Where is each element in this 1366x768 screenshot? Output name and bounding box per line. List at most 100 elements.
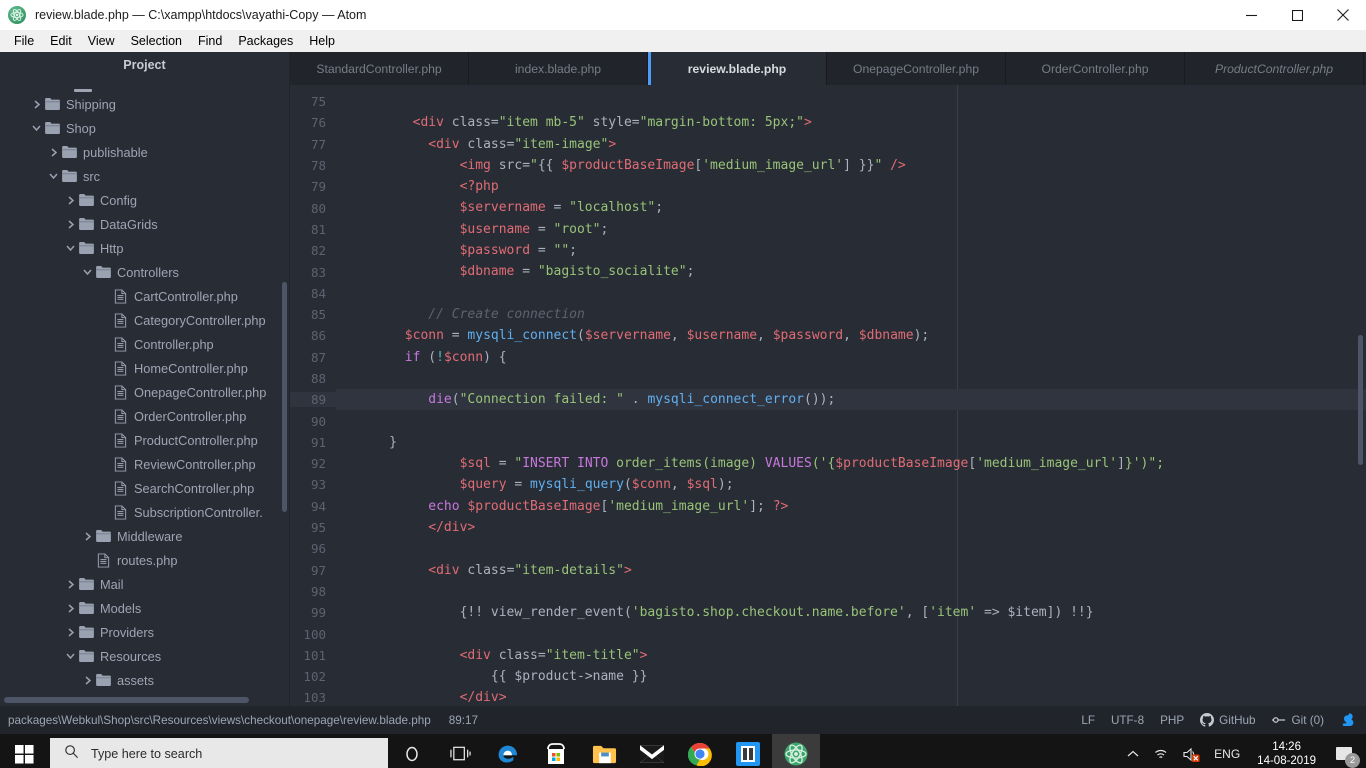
code-line[interactable]: 95 </div> bbox=[290, 517, 1366, 538]
task-view-icon[interactable] bbox=[436, 734, 484, 768]
menu-item-file[interactable]: File bbox=[6, 32, 42, 50]
tree-file-row[interactable]: OrderController.php bbox=[0, 404, 289, 428]
menu-item-selection[interactable]: Selection bbox=[123, 32, 190, 50]
menu-item-view[interactable]: View bbox=[80, 32, 123, 50]
atom-icon[interactable] bbox=[772, 734, 820, 768]
status-cursor-position[interactable]: 89:17 bbox=[449, 714, 478, 727]
menu-item-help[interactable]: Help bbox=[301, 32, 343, 50]
code-line[interactable]: 77 <div class="item-image"> bbox=[290, 134, 1366, 155]
tree-file-row[interactable]: OnepageController.php bbox=[0, 380, 289, 404]
tree-folder-row[interactable]: Providers bbox=[0, 620, 289, 644]
tree-file-row[interactable]: SearchController.php bbox=[0, 476, 289, 500]
code-line[interactable]: 81 $username = "root"; bbox=[290, 219, 1366, 240]
code-line[interactable]: 93 $query = mysqli_query($conn, $sql); bbox=[290, 474, 1366, 495]
menu-item-packages[interactable]: Packages bbox=[230, 32, 301, 50]
chrome-icon[interactable] bbox=[676, 734, 724, 768]
code-line[interactable]: 82 $password = ""; bbox=[290, 240, 1366, 261]
chevron-down-icon[interactable] bbox=[64, 650, 77, 663]
code-line[interactable]: 83 $dbname = "bagisto_socialite"; bbox=[290, 261, 1366, 282]
code-line[interactable]: 87 if (!$conn) { bbox=[290, 347, 1366, 368]
menu-item-edit[interactable]: Edit bbox=[42, 32, 80, 50]
tree-folder-row[interactable]: Config bbox=[0, 188, 289, 212]
show-hidden-icons-button[interactable] bbox=[1120, 734, 1146, 768]
code-line[interactable]: 102 {{ $product->name }} bbox=[290, 666, 1366, 687]
code-line[interactable]: 89 die("Connection failed: " . mysqli_co… bbox=[290, 389, 1366, 411]
code-line[interactable]: 90 bbox=[290, 410, 1366, 431]
chevron-down-icon[interactable] bbox=[64, 242, 77, 255]
tree-folder-row[interactable]: src bbox=[0, 164, 289, 188]
chevron-down-icon[interactable] bbox=[47, 170, 60, 183]
status-file-path[interactable]: packages\Webkul\Shop\src\Resources\views… bbox=[8, 714, 431, 727]
edge-icon[interactable] bbox=[484, 734, 532, 768]
tree-folder-row[interactable]: Shipping bbox=[0, 92, 289, 116]
menu-item-find[interactable]: Find bbox=[190, 32, 230, 50]
minimize-button[interactable] bbox=[1228, 0, 1274, 30]
tree-file-row[interactable]: ReviewController.php bbox=[0, 452, 289, 476]
code-line[interactable]: 91 } bbox=[290, 432, 1366, 453]
sidebar-vertical-scrollbar[interactable] bbox=[282, 282, 287, 512]
tree-file-row[interactable]: ProductController.php bbox=[0, 428, 289, 452]
code-line[interactable]: 101 <div class="item-title"> bbox=[290, 645, 1366, 666]
code-line[interactable]: 99 {!! view_render_event('bagisto.shop.c… bbox=[290, 602, 1366, 623]
code-line[interactable]: 85 // Create connection bbox=[290, 304, 1366, 325]
chevron-right-icon[interactable] bbox=[64, 218, 77, 231]
code-line[interactable]: 79 <?php bbox=[290, 176, 1366, 197]
tree-file-row[interactable]: routes.php bbox=[0, 548, 289, 572]
tree-file-row[interactable]: CartController.php bbox=[0, 284, 289, 308]
chevron-down-icon[interactable] bbox=[81, 266, 94, 279]
tree-folder-row[interactable]: Resources bbox=[0, 644, 289, 668]
chevron-right-icon[interactable] bbox=[81, 530, 94, 543]
code-line[interactable]: 94 echo $productBaseImage['medium_image_… bbox=[290, 496, 1366, 517]
chevron-right-icon[interactable] bbox=[30, 98, 43, 111]
code-line[interactable]: 92 $sql = "INSERT INTO order_items(image… bbox=[290, 453, 1366, 474]
status-grammar[interactable]: PHP bbox=[1160, 714, 1184, 727]
close-button[interactable] bbox=[1320, 0, 1366, 30]
tree-folder-row[interactable]: Middleware bbox=[0, 524, 289, 548]
chevron-right-icon[interactable] bbox=[64, 578, 77, 591]
search-input[interactable]: Type here to search bbox=[50, 738, 388, 768]
tree-folder-row[interactable]: DataGrids bbox=[0, 212, 289, 236]
code-line[interactable]: 88 bbox=[290, 368, 1366, 389]
code-line[interactable]: 84 bbox=[290, 283, 1366, 304]
chevron-down-icon[interactable] bbox=[30, 122, 43, 135]
editor-tab[interactable]: review.blade.php bbox=[648, 52, 827, 85]
chevron-right-icon[interactable] bbox=[81, 674, 94, 687]
tree-file-row[interactable]: HomeController.php bbox=[0, 356, 289, 380]
microsoft-store-icon[interactable] bbox=[532, 734, 580, 768]
code-line[interactable]: 75 bbox=[290, 91, 1366, 112]
editor-tab[interactable]: OnepageController.php bbox=[827, 52, 1006, 85]
code-line[interactable]: 103 </div> bbox=[290, 687, 1366, 706]
chevron-right-icon[interactable] bbox=[64, 194, 77, 207]
code-line[interactable]: 78 <img src="{{ $productBaseImage['mediu… bbox=[290, 155, 1366, 176]
tree-folder-row[interactable]: Http bbox=[0, 236, 289, 260]
editor-tab[interactable]: ProductController.php bbox=[1185, 52, 1364, 85]
tree-folder-row[interactable]: assets bbox=[0, 668, 289, 692]
tree-folder-row[interactable]: Models bbox=[0, 596, 289, 620]
tree-folder-row[interactable]: Mail bbox=[0, 572, 289, 596]
sublime-text-icon[interactable] bbox=[724, 734, 772, 768]
maximize-button[interactable] bbox=[1274, 0, 1320, 30]
code-line[interactable]: 76 <div class="item mb-5" style="margin-… bbox=[290, 112, 1366, 133]
mail-icon[interactable] bbox=[628, 734, 676, 768]
code-line[interactable]: 98 bbox=[290, 581, 1366, 602]
tree-folder-row[interactable]: Controllers bbox=[0, 260, 289, 284]
status-git[interactable]: Git (0) bbox=[1271, 714, 1324, 727]
editor-tab[interactable]: StandardController.php bbox=[290, 52, 469, 85]
squirrel-icon[interactable] bbox=[1340, 712, 1356, 728]
chevron-right-icon[interactable] bbox=[64, 626, 77, 639]
network-icon[interactable] bbox=[1146, 734, 1176, 768]
status-encoding[interactable]: UTF-8 bbox=[1111, 714, 1144, 727]
code-line[interactable]: 97 <div class="item-details"> bbox=[290, 560, 1366, 581]
code-line[interactable]: 96 bbox=[290, 538, 1366, 559]
clock[interactable]: 14:26 14-08-2019 bbox=[1247, 734, 1326, 768]
code-line[interactable]: 86 $conn = mysqli_connect($servername, $… bbox=[290, 325, 1366, 346]
sidebar-horizontal-scrollbar[interactable] bbox=[4, 697, 249, 703]
status-line-ending[interactable]: LF bbox=[1081, 714, 1095, 727]
status-github[interactable]: GitHub bbox=[1200, 713, 1256, 727]
editor-vertical-scrollbar[interactable] bbox=[1358, 335, 1363, 465]
start-button[interactable] bbox=[0, 734, 48, 768]
code-line[interactable]: 80 $servername = "localhost"; bbox=[290, 197, 1366, 218]
language-indicator[interactable]: ENG bbox=[1207, 734, 1247, 768]
tree-folder-row[interactable]: Shop bbox=[0, 116, 289, 140]
tree-file-row[interactable]: CategoryController.php bbox=[0, 308, 289, 332]
